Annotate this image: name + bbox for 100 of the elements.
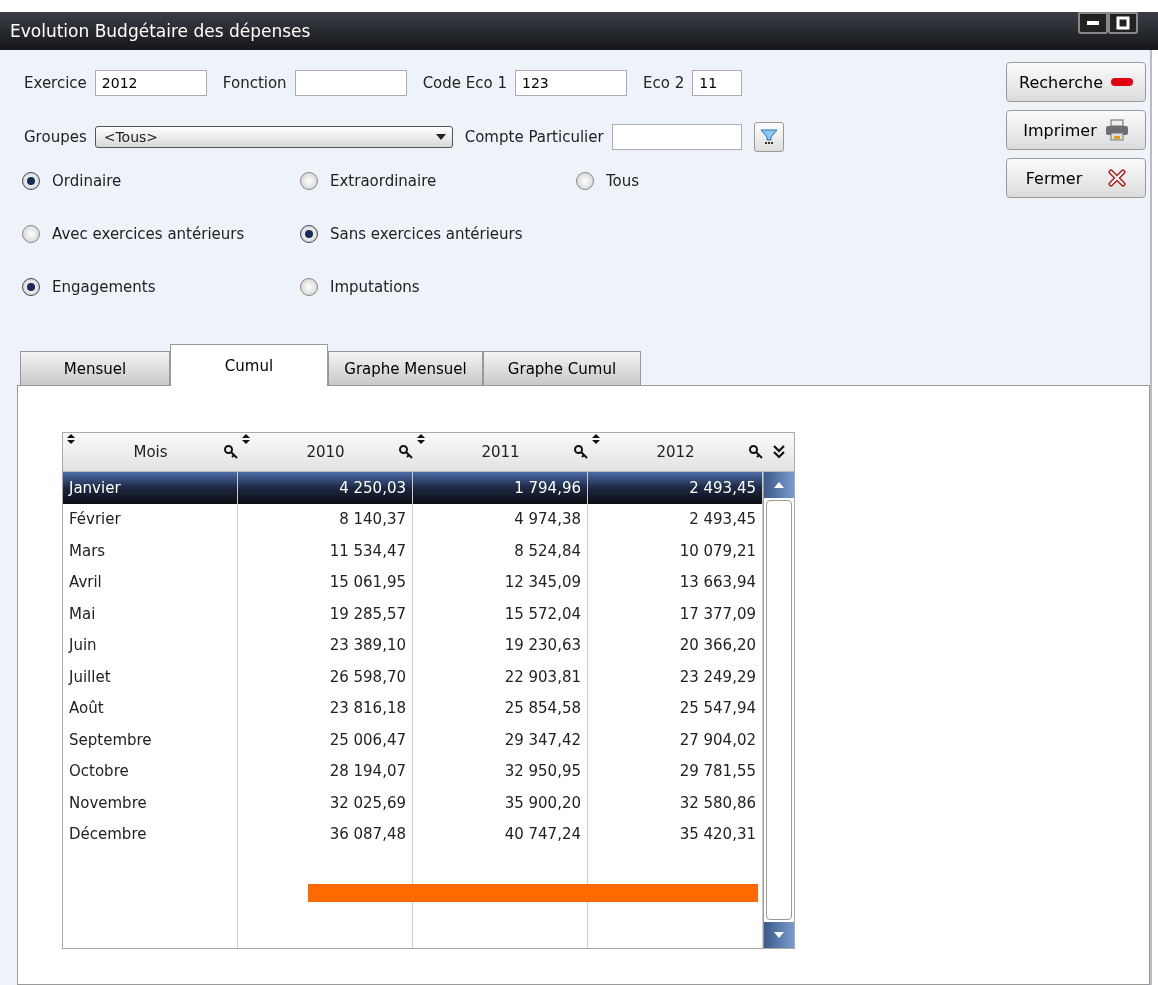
field-label: Code Eco 1 — [422, 74, 507, 92]
text-field[interactable]: 11 — [692, 70, 743, 96]
radio-option[interactable]: Avec exercices antérieurs — [22, 224, 300, 243]
key-icon — [574, 445, 588, 459]
radio-option[interactable]: Imputations — [300, 277, 576, 296]
table-cell: 12 345,09 — [413, 566, 588, 598]
table-cell: 17 377,09 — [588, 598, 763, 630]
tab[interactable]: Graphe Mensuel — [328, 351, 483, 385]
column-header[interactable]: 2012 — [588, 433, 763, 471]
table-cell: Octobre — [63, 755, 238, 787]
table-cell: 25 547,94 — [588, 692, 763, 724]
minimize-icon — [1087, 21, 1099, 25]
column-header[interactable]: Mois — [63, 433, 238, 471]
up-arrow-icon — [774, 482, 784, 488]
table-cell: 13 663,94 — [588, 566, 763, 598]
table-row[interactable]: Février 8 140,37 4 974,38 2 493,45 — [63, 503, 763, 535]
sort-icon — [67, 434, 75, 444]
column-header[interactable]: 2010 — [238, 433, 413, 471]
print-button[interactable]: Imprimer — [1006, 110, 1146, 150]
radio-option[interactable]: Ordinaire — [22, 171, 300, 190]
text-field[interactable]: 2012 — [94, 70, 207, 96]
filter-icon — [759, 129, 778, 145]
table-cell: Mai — [63, 598, 238, 630]
field-label: Eco 2 — [643, 74, 685, 92]
key-icon — [224, 445, 238, 459]
table-cell: 25 854,58 — [413, 692, 588, 724]
table-cell: 4 974,38 — [413, 503, 588, 535]
caret-icon — [435, 134, 446, 140]
table-cell: 15 061,95 — [238, 566, 413, 598]
table-cell: 1 794,96 — [413, 472, 588, 504]
table-cell: 32 950,95 — [413, 755, 588, 787]
table-row[interactable]: Novembre 32 025,69 35 900,20 32 580,86 — [63, 787, 763, 819]
table-cell: 2 493,45 — [588, 503, 763, 535]
column-header[interactable]: 2011 — [413, 433, 588, 471]
table-cell: 29 347,42 — [413, 724, 588, 756]
text-field[interactable] — [611, 124, 742, 150]
table-cell: 23 389,10 — [238, 629, 413, 661]
table-cell: 40 747,24 — [413, 818, 588, 850]
radio-option[interactable]: Engagements — [22, 277, 300, 296]
table-cell: 15 572,04 — [413, 598, 588, 630]
radio-option[interactable]: Sans exercices antérieurs — [300, 224, 576, 243]
table-cell: 28 194,07 — [238, 755, 413, 787]
table-row[interactable]: Août 23 816,18 25 854,58 25 547,94 — [63, 692, 763, 724]
pill-icon — [1111, 77, 1133, 87]
field-label: Groupes — [24, 128, 87, 146]
table-row[interactable]: Mai 19 285,57 15 572,04 17 377,09 — [63, 598, 763, 630]
sort-icon — [417, 434, 425, 444]
text-field[interactable]: 123 — [515, 70, 627, 96]
maximize-icon — [1116, 16, 1130, 30]
close-button[interactable]: Fermer — [1006, 158, 1146, 198]
table-cell: 35 900,20 — [413, 787, 588, 819]
table-row[interactable]: Avril 15 061,95 12 345,09 13 663,94 — [63, 566, 763, 598]
down-arrow-icon — [774, 932, 784, 938]
table-cell: 10 079,21 — [588, 535, 763, 567]
scrollbar[interactable] — [763, 472, 794, 948]
text-field[interactable] — [294, 70, 407, 96]
maximize-button[interactable] — [1108, 12, 1138, 34]
table-cell: 32 580,86 — [588, 787, 763, 819]
table-row[interactable]: Mars 11 534,47 8 524,84 10 079,21 — [63, 535, 763, 567]
table-row[interactable]: Septembre 25 006,47 29 347,42 27 904,02 — [63, 724, 763, 756]
table-row[interactable]: Janvier 4 250,03 1 794,96 2 493,45 — [63, 472, 763, 504]
table-cell: 27 904,02 — [588, 724, 763, 756]
table-row[interactable]: Juin 23 389,10 19 230,63 20 366,20 — [63, 629, 763, 661]
radio-option[interactable]: Extraordinaire — [300, 171, 576, 190]
table-cell: 32 025,69 — [238, 787, 413, 819]
table-cell: 36 087,48 — [238, 818, 413, 850]
tab[interactable]: Graphe Cumul — [483, 351, 641, 385]
window-title: Evolution Budgétaire des dépenses — [10, 21, 311, 41]
table-cell: 20 366,20 — [588, 629, 763, 661]
tab[interactable]: Mensuel — [20, 351, 170, 385]
key-icon — [399, 445, 413, 459]
double-chevron-icon — [772, 445, 785, 459]
table-cell: 8 140,37 — [238, 503, 413, 535]
table-row[interactable]: Octobre 28 194,07 32 950,95 29 781,55 — [63, 755, 763, 787]
table-cell: 22 903,81 — [413, 661, 588, 693]
minimize-button[interactable] — [1078, 12, 1108, 34]
field-label: Compte Particulier — [464, 128, 604, 146]
filter-button[interactable] — [753, 122, 784, 152]
table-cell: 8 524,84 — [413, 535, 588, 567]
tab[interactable]: Cumul — [170, 344, 328, 386]
printer-icon — [1104, 119, 1129, 141]
table-row[interactable]: Juillet 26 598,70 22 903,81 23 249,29 — [63, 661, 763, 693]
sort-icon — [242, 434, 250, 444]
table-cell: 19 230,63 — [413, 629, 588, 661]
table-cell: Février — [63, 503, 238, 535]
table-cell: 19 285,57 — [238, 598, 413, 630]
table-cell: 23 249,29 — [588, 661, 763, 693]
search-button[interactable]: Recherche — [1006, 62, 1146, 102]
radio-option[interactable]: Tous — [576, 171, 640, 190]
table-cell: 35 420,31 — [588, 818, 763, 850]
table-cell: Décembre — [63, 818, 238, 850]
field-label: Exercice — [24, 74, 87, 92]
table-cell: Juillet — [63, 661, 238, 693]
table-cell: 11 534,47 — [238, 535, 413, 567]
groups-dropdown[interactable]: <Tous> — [94, 126, 453, 148]
table-row[interactable]: Décembre 36 087,48 40 747,24 35 420,31 — [63, 818, 763, 850]
close-icon — [1108, 169, 1127, 187]
table-cell: Août — [63, 692, 238, 724]
table-cell: 4 250,03 — [238, 472, 413, 504]
sort-icon — [592, 434, 600, 444]
